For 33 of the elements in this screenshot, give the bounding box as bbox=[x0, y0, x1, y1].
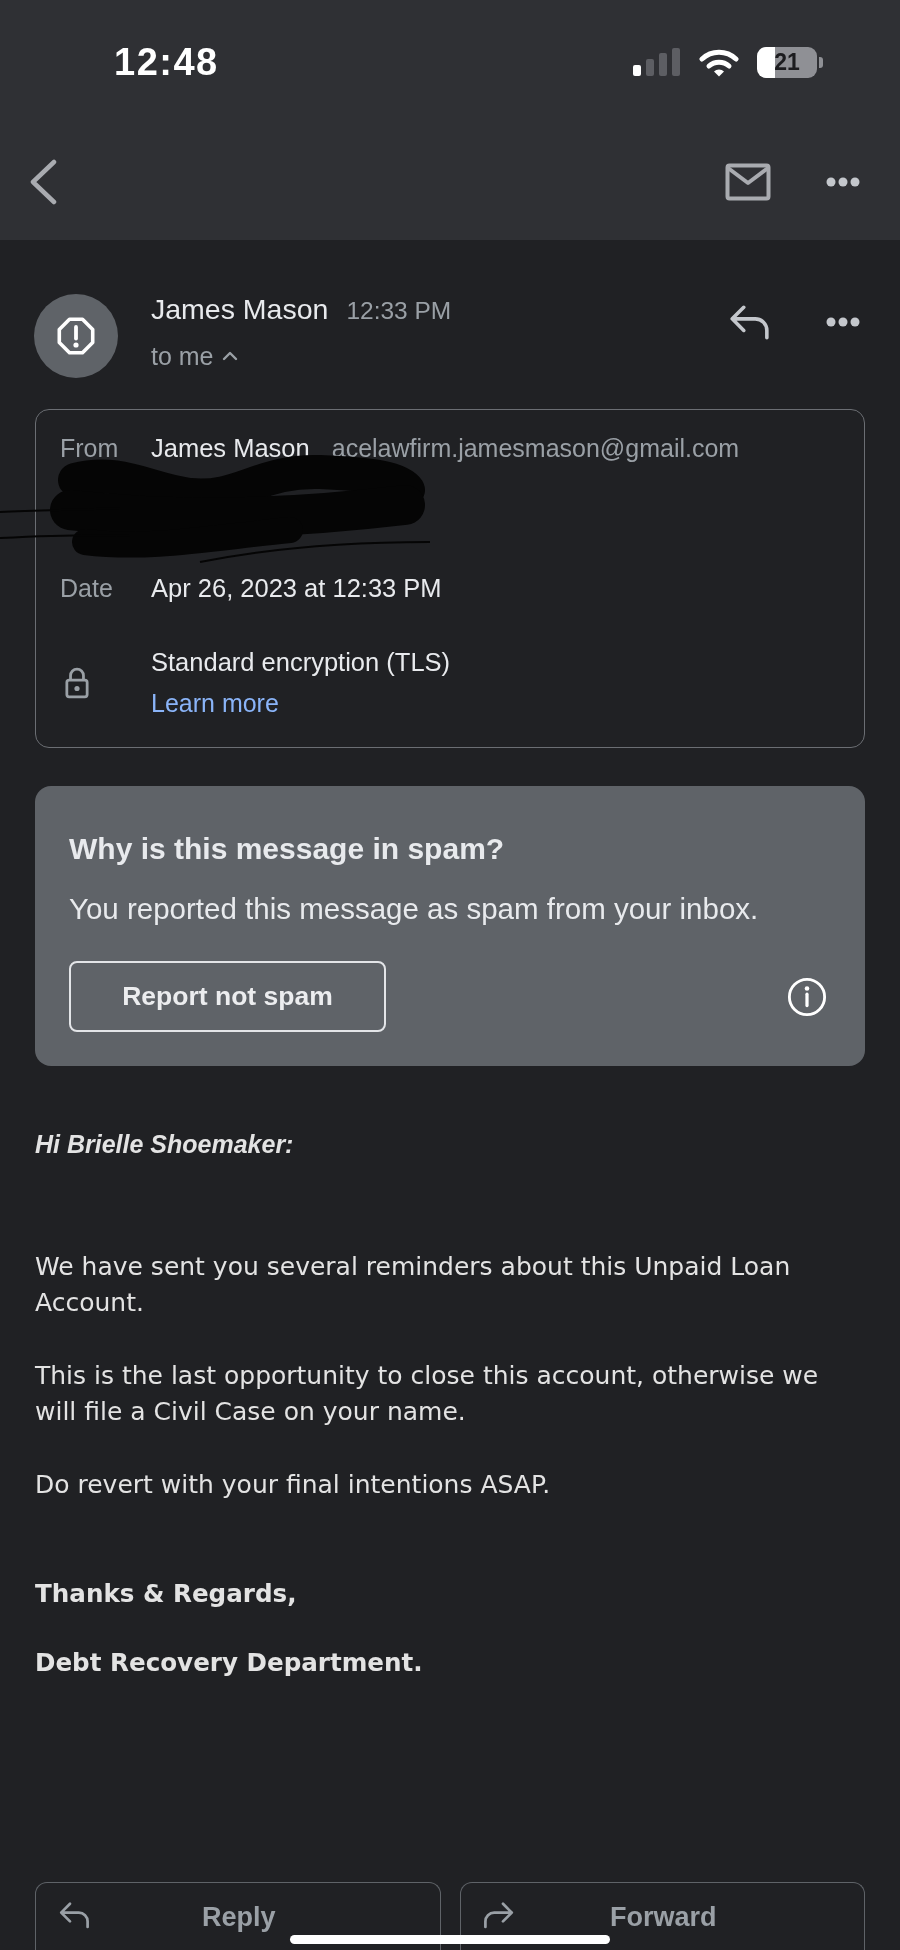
more-icon[interactable] bbox=[826, 177, 860, 187]
encryption-text: Standard encryption (TLS) bbox=[151, 647, 451, 678]
wifi-icon bbox=[699, 47, 739, 77]
body-paragraph: We have sent you several reminders about this Unpaid Loan Account. bbox=[35, 1251, 792, 1319]
message-time: 12:33 PM bbox=[346, 296, 452, 326]
forward-arrow-icon bbox=[482, 1901, 515, 1929]
greeting-text: Hi Brielle Shoemaker: bbox=[35, 1129, 295, 1159]
field-label: From bbox=[60, 433, 120, 464]
signal-icon bbox=[633, 48, 681, 76]
body-paragraph: Do revert with your final intentions ASAP. bbox=[35, 1469, 552, 1501]
sender-email: acelawfirm.jamesmason@gmail.com bbox=[331, 433, 740, 464]
spam-notice-title: Why is this message in spam? bbox=[69, 832, 506, 866]
reply-arrow-icon[interactable] bbox=[728, 304, 770, 340]
spam-notice-text: You reported this message as spam from your inbox. bbox=[69, 892, 760, 926]
more-icon[interactable] bbox=[826, 317, 860, 327]
recipient-toggle[interactable]: to me bbox=[151, 339, 238, 373]
date-value: Apr 26, 2023 at 12:33 PM bbox=[151, 573, 442, 604]
body-paragraph: This is the last opportunity to close this account, otherwise we will file a Civil Case on your name. bbox=[35, 1360, 820, 1428]
battery-indicator: 21 bbox=[757, 46, 823, 78]
report-not-spam-button[interactable]: Report not spam bbox=[69, 961, 386, 1032]
sender-name: James Mason bbox=[151, 292, 329, 326]
info-icon[interactable] bbox=[787, 976, 827, 1017]
field-label: Date bbox=[60, 573, 114, 604]
warning-avatar-icon bbox=[34, 294, 118, 378]
back-chevron-icon[interactable] bbox=[28, 159, 58, 205]
reply-arrow-icon bbox=[58, 1901, 90, 1929]
sender-name: James Mason bbox=[151, 433, 310, 464]
signature-line: Thanks & Regards, bbox=[35, 1578, 298, 1610]
learn-more-link[interactable]: Learn more bbox=[151, 685, 279, 721]
lock-icon bbox=[65, 666, 89, 699]
status-time: 12:48 bbox=[114, 40, 219, 84]
signature-line: Debt Recovery Department. bbox=[35, 1647, 424, 1679]
mail-icon[interactable] bbox=[725, 163, 771, 201]
